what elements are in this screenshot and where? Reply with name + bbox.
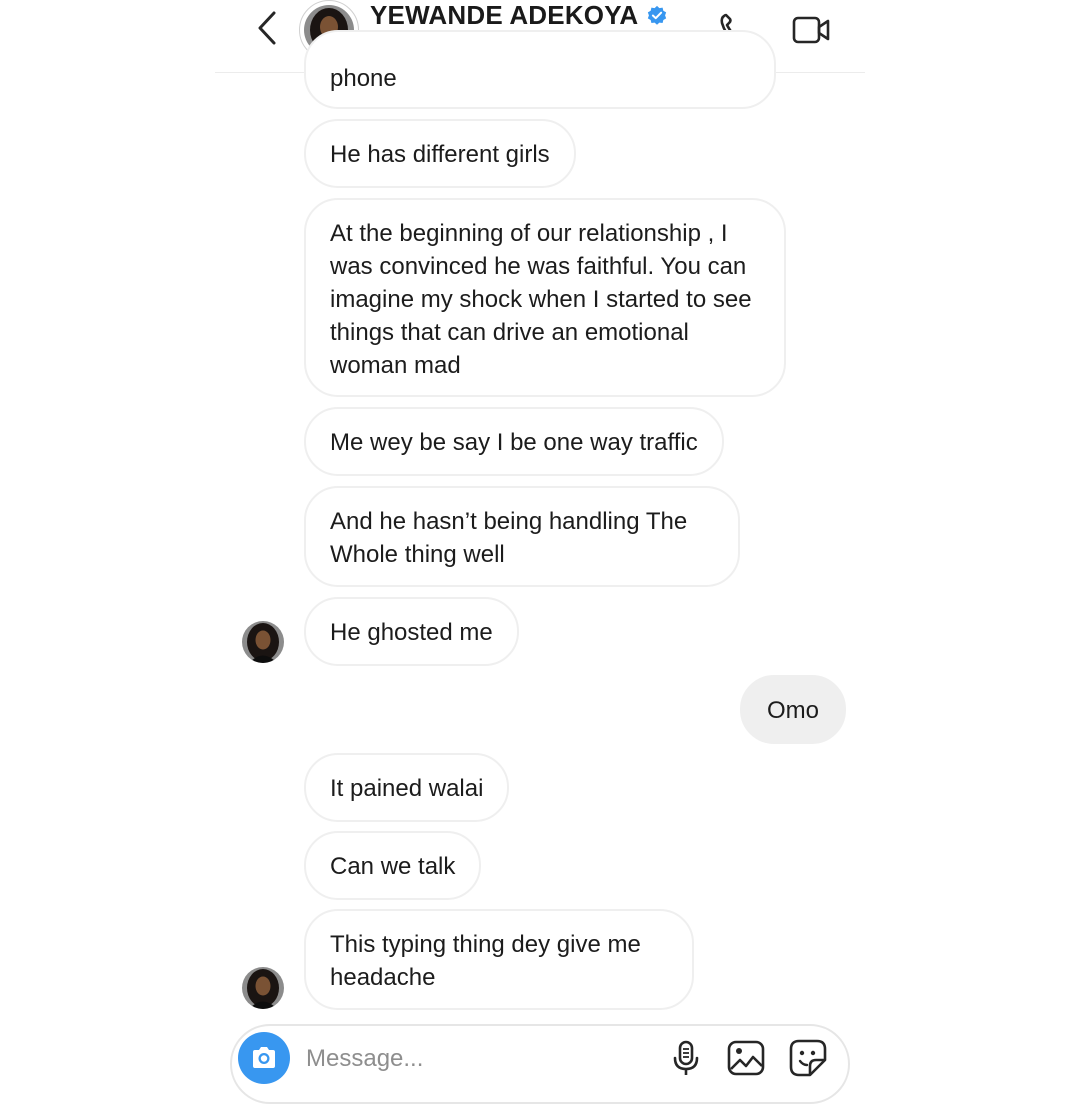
message-composer bbox=[230, 1024, 850, 1104]
message-text: Omo bbox=[766, 697, 819, 724]
back-button[interactable] bbox=[247, 8, 287, 48]
message-bubble-incoming[interactable]: He has different girls bbox=[304, 119, 576, 188]
message-text: And he hasn’t being handling The Whole t… bbox=[330, 508, 688, 568]
camera-icon bbox=[253, 1047, 275, 1068]
sticker-button[interactable] bbox=[788, 1038, 828, 1078]
message-bubble-incoming[interactable]: And he hasn’t being handling The Whole t… bbox=[304, 486, 740, 587]
message-text: phone bbox=[330, 65, 397, 92]
message-text: He has different girls bbox=[330, 141, 550, 168]
message-input[interactable] bbox=[304, 1040, 638, 1078]
message-text: At the beginning of our relationship , I… bbox=[330, 220, 752, 379]
sender-avatar[interactable] bbox=[242, 967, 284, 1009]
gallery-button[interactable] bbox=[726, 1038, 766, 1078]
chevron-left-icon bbox=[258, 11, 276, 45]
video-call-button[interactable] bbox=[791, 10, 831, 50]
message-bubble-incoming[interactable]: This typing thing dey give me headache bbox=[304, 909, 694, 1010]
message-text: Can we talk bbox=[330, 853, 456, 880]
message-text: He ghosted me bbox=[330, 619, 493, 646]
voice-message-button[interactable] bbox=[666, 1038, 706, 1078]
microphone-icon bbox=[673, 1040, 699, 1075]
message-text: Me wey be say I be one way traffic bbox=[330, 429, 698, 456]
message-bubble-incoming[interactable]: phone bbox=[304, 30, 776, 109]
message-bubble-incoming[interactable]: Me wey be say I be one way traffic bbox=[304, 407, 724, 476]
camera-button[interactable] bbox=[238, 1032, 290, 1084]
message-bubble-incoming[interactable]: It pained walai bbox=[304, 753, 510, 822]
message-bubble-incoming[interactable]: Can we talk bbox=[304, 831, 482, 900]
sender-avatar[interactable] bbox=[242, 621, 284, 663]
verified-badge-icon bbox=[648, 5, 667, 25]
contact-name[interactable]: YEWANDE ADEKOYA bbox=[370, 0, 638, 31]
message-bubble-incoming[interactable]: He ghosted me bbox=[304, 597, 519, 666]
message-text: This typing thing dey give me headache bbox=[330, 931, 641, 991]
message-bubble-outgoing[interactable]: Omo bbox=[740, 675, 846, 744]
message-bubble-incoming[interactable]: At the beginning of our relationship , I… bbox=[304, 198, 786, 397]
gallery-icon bbox=[727, 1040, 765, 1076]
sticker-icon bbox=[789, 1039, 827, 1077]
video-camera-icon bbox=[792, 16, 830, 44]
message-text: It pained walai bbox=[330, 775, 484, 802]
